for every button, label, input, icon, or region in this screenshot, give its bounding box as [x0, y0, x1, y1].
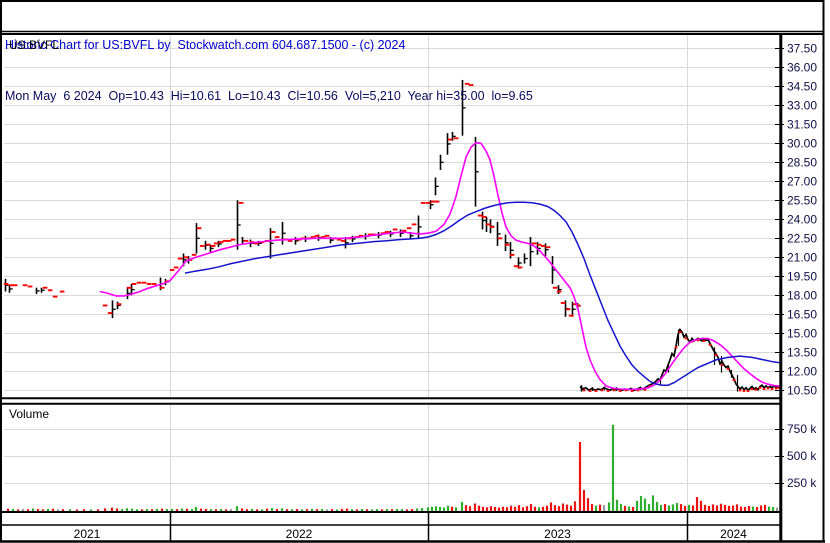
axis-label: 2022 [286, 527, 313, 541]
axis-label: 2024 [720, 527, 747, 541]
axis-label: 36.00 [787, 60, 817, 74]
axis-label: 2021 [74, 527, 101, 541]
volume-axis-labels: 750 k 500 k 250 k [787, 422, 817, 490]
axis-label: 18.00 [787, 288, 817, 302]
axis-label: 19.50 [787, 269, 817, 283]
axis-label: 22.50 [787, 231, 817, 245]
axis-label: 13.50 [787, 345, 817, 359]
axis-label: 250 k [787, 476, 817, 490]
axis-label: 34.50 [787, 79, 817, 93]
axis-label: 12.00 [787, 364, 817, 378]
axis-label: 10.50 [787, 383, 817, 397]
axis-label: 25.50 [787, 193, 817, 207]
axis-label: 500 k [787, 449, 817, 463]
ma-slow-line [184, 201, 781, 386]
axis-label: 37.50 [787, 41, 817, 55]
axis-label: 16.50 [787, 307, 817, 321]
axis-label: 33.00 [787, 98, 817, 112]
volume-bars [6, 424, 779, 511]
stockwatch-historic-chart-window: Historic Chart for US:BVFL by Stockwatch… [0, 0, 830, 543]
year-labels: 2021 2022 2023 2024 [74, 527, 748, 541]
axis-label: 28.50 [787, 155, 817, 169]
axis-label: 15.00 [787, 326, 817, 340]
volume-panel-label: Volume [9, 407, 50, 421]
chart-header: Historic Chart for US:BVFL by Stockwatch… [5, 2, 533, 140]
chart-quote-summary: Mon May 6 2024 Op=10.43 Hi=10.61 Lo=10.4… [5, 89, 533, 103]
axis-label: 27.00 [787, 174, 817, 188]
axis-label: 750 k [787, 422, 817, 436]
axis-label: 30.00 [787, 136, 817, 150]
dense-close-dots [582, 331, 781, 392]
symbol-label: US:BVFL [9, 38, 60, 52]
axis-label: 24.00 [787, 212, 817, 226]
dense-price-line [579, 327, 780, 392]
axis-label: 2023 [544, 527, 571, 541]
chart-title: Historic Chart for US:BVFL by Stockwatch… [5, 38, 406, 52]
axis-label: 21.00 [787, 250, 817, 264]
axis-label: 31.50 [787, 117, 817, 131]
price-axis-labels: 37.50 36.00 34.50 33.00 31.50 30.00 28.50 27.00… [787, 41, 817, 397]
